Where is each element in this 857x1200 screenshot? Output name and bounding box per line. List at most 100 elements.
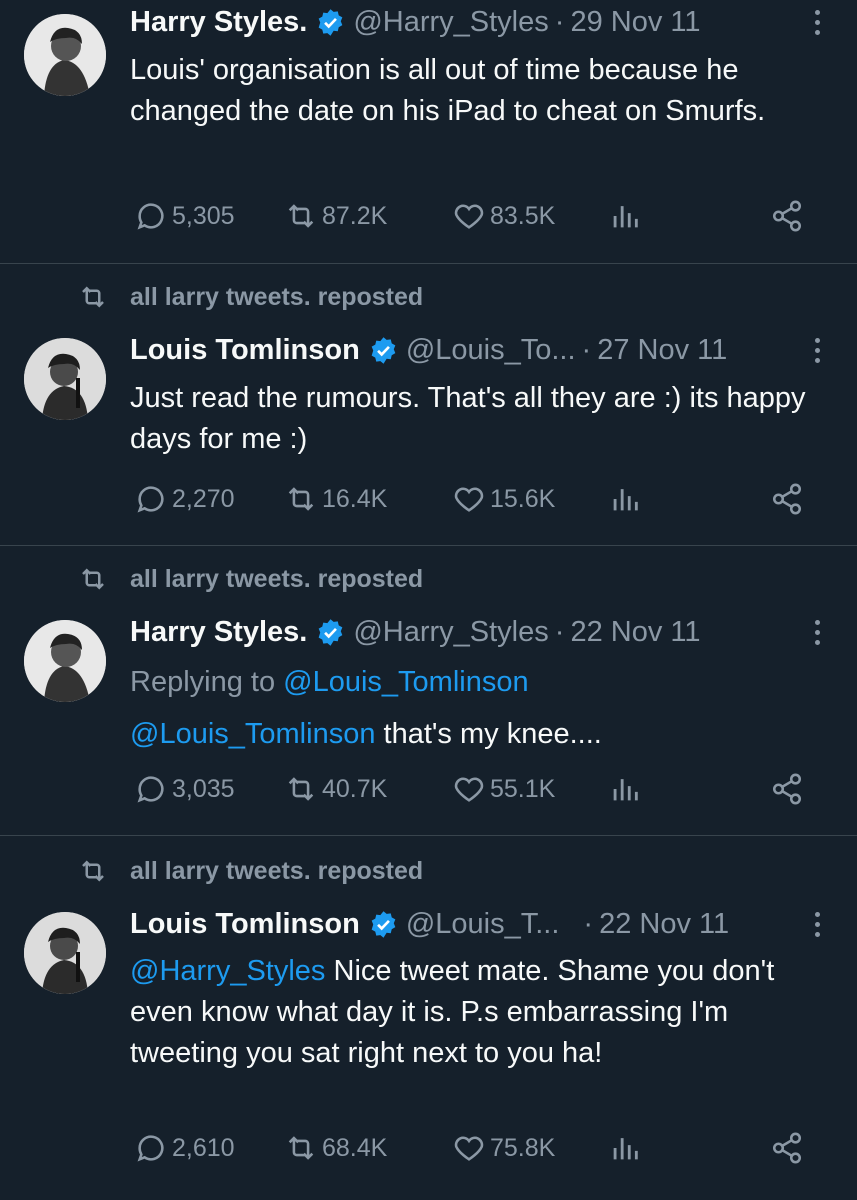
author-name[interactable]: Louis Tomlinson (130, 908, 360, 941)
repost-button[interactable]: 16.4K (284, 482, 387, 516)
verified-badge-icon (318, 619, 343, 646)
heart-icon (454, 1136, 484, 1161)
reposted-by-label[interactable]: all larry tweets. reposted (130, 857, 423, 886)
share-icon (772, 773, 802, 805)
separator-dot: · (554, 6, 565, 38)
repost-count: 16.4K (322, 484, 388, 513)
author-handle[interactable]: @Harry_Styles (353, 6, 548, 39)
views-button[interactable] (608, 1131, 642, 1165)
tweet-date[interactable]: 22 Nov 11 (570, 616, 700, 649)
mention-link[interactable]: @Louis_Tomlinson (130, 718, 375, 750)
reply-icon (137, 486, 164, 513)
separator-dot: · (554, 616, 565, 648)
like-button[interactable]: 55.1K (452, 772, 555, 806)
more-icon[interactable] (815, 912, 821, 937)
repost-icon (82, 286, 104, 308)
tweet-text: @Harry_Styles Nice tweet mate. Shame you… (130, 951, 827, 1074)
share-icon (772, 1132, 802, 1164)
repost-icon (288, 1136, 314, 1160)
reply-button[interactable]: 3,035 (134, 772, 235, 806)
replying-to-handle[interactable]: @Louis_Tomlinson (283, 666, 528, 698)
author-handle[interactable]: @Louis_To... (406, 334, 576, 367)
share-button[interactable] (770, 199, 804, 233)
like-button[interactable]: 83.5K (452, 199, 555, 233)
author-handle[interactable]: @Harry_Styles (353, 616, 548, 649)
reply-count: 3,035 (172, 774, 235, 803)
reply-icon (137, 203, 164, 230)
author-name[interactable]: Harry Styles. (130, 616, 307, 649)
tweet-actions: 2,270 16.4K 15.6K (134, 482, 817, 518)
reply-count: 5,305 (172, 201, 235, 230)
repost-count: 87.2K (322, 201, 388, 230)
like-button[interactable]: 75.8K (452, 1131, 555, 1165)
share-button[interactable] (770, 772, 804, 806)
replying-to: Replying to @Louis_Tomlinson (130, 666, 529, 699)
reply-button[interactable]: 2,610 (134, 1131, 235, 1165)
avatar[interactable] (24, 338, 106, 420)
views-icon (613, 489, 638, 511)
author-handle[interactable]: @Louis_T... (406, 908, 560, 941)
tweet-text: @Louis_Tomlinson that's my knee.... (130, 714, 827, 755)
reply-icon (137, 776, 164, 803)
avatar[interactable] (24, 912, 106, 994)
tweet-body: Louis' organisation is all out of time b… (130, 54, 766, 127)
heart-icon (454, 777, 484, 802)
avatar[interactable] (24, 14, 106, 96)
tweet[interactable]: all larry tweets. reposted Louis Tomlins… (0, 264, 857, 546)
share-icon (772, 200, 802, 232)
tweet-header: Louis Tomlinson @Louis_To... · 27 Nov 11 (130, 334, 857, 367)
like-count: 83.5K (490, 201, 556, 230)
share-icon (772, 483, 802, 515)
views-icon (613, 779, 638, 801)
tweet-header: Harry Styles. @Harry_Styles · 22 Nov 11 (130, 616, 857, 649)
more-icon[interactable] (815, 338, 821, 363)
tweet-body: that's my knee.... (375, 718, 602, 750)
like-count: 55.1K (490, 774, 556, 803)
repost-indicator: all larry tweets. reposted (78, 856, 423, 886)
like-count: 15.6K (490, 484, 556, 513)
views-button[interactable] (608, 199, 642, 233)
more-icon[interactable] (815, 10, 821, 35)
tweet-actions: 3,035 40.7K 55.1K (134, 772, 817, 808)
share-button[interactable] (770, 1131, 804, 1165)
repost-icon (288, 204, 314, 228)
verified-badge-icon (318, 9, 343, 36)
separator-dot: · (581, 334, 592, 366)
mention-link[interactable]: @Harry_Styles (130, 955, 325, 987)
more-icon[interactable] (815, 620, 821, 645)
tweet-date[interactable]: 27 Nov 11 (597, 334, 727, 367)
verified-badge-icon (371, 337, 396, 364)
share-button[interactable] (770, 482, 804, 516)
views-button[interactable] (608, 772, 642, 806)
repost-button[interactable]: 87.2K (284, 199, 387, 233)
repost-button[interactable]: 40.7K (284, 772, 387, 806)
tweet-date[interactable]: 29 Nov 11 (570, 6, 700, 39)
author-name[interactable]: Harry Styles. (130, 6, 307, 39)
author-name[interactable]: Louis Tomlinson (130, 334, 360, 367)
reposted-by-label[interactable]: all larry tweets. reposted (130, 565, 423, 594)
reposted-by-label[interactable]: all larry tweets. reposted (130, 283, 423, 312)
repost-indicator: all larry tweets. reposted (78, 564, 423, 594)
tweet-header: Louis Tomlinson @Louis_T... · 22 Nov 11 (130, 908, 857, 941)
tweet-actions: 5,305 87.2K 83.5K (134, 199, 817, 235)
heart-icon (454, 487, 484, 512)
repost-count: 40.7K (322, 774, 388, 803)
replying-to-label: Replying to (130, 666, 276, 698)
reply-button[interactable]: 5,305 (134, 199, 235, 233)
repost-button[interactable]: 68.4K (284, 1131, 387, 1165)
repost-icon (288, 487, 314, 511)
avatar[interactable] (24, 620, 106, 702)
reply-icon (137, 1135, 164, 1162)
heart-icon (454, 204, 484, 229)
tweet-header: Harry Styles. @Harry_Styles · 29 Nov 11 (130, 6, 857, 39)
reply-button[interactable]: 2,270 (134, 482, 235, 516)
tweet-text: Louis' organisation is all out of time b… (130, 50, 827, 132)
tweet-body: Just read the rumours. That's all they a… (130, 382, 806, 455)
separator-dot: · (583, 908, 594, 940)
tweet[interactable]: all larry tweets. reposted Harry Styles.… (0, 546, 857, 836)
tweet-date[interactable]: 22 Nov 11 (599, 908, 729, 941)
like-button[interactable]: 15.6K (452, 482, 555, 516)
views-button[interactable] (608, 482, 642, 516)
tweet[interactable]: all larry tweets. reposted Louis Tomlins… (0, 836, 857, 1200)
tweet[interactable]: Harry Styles. @Harry_Styles · 29 Nov 11 … (0, 0, 857, 264)
